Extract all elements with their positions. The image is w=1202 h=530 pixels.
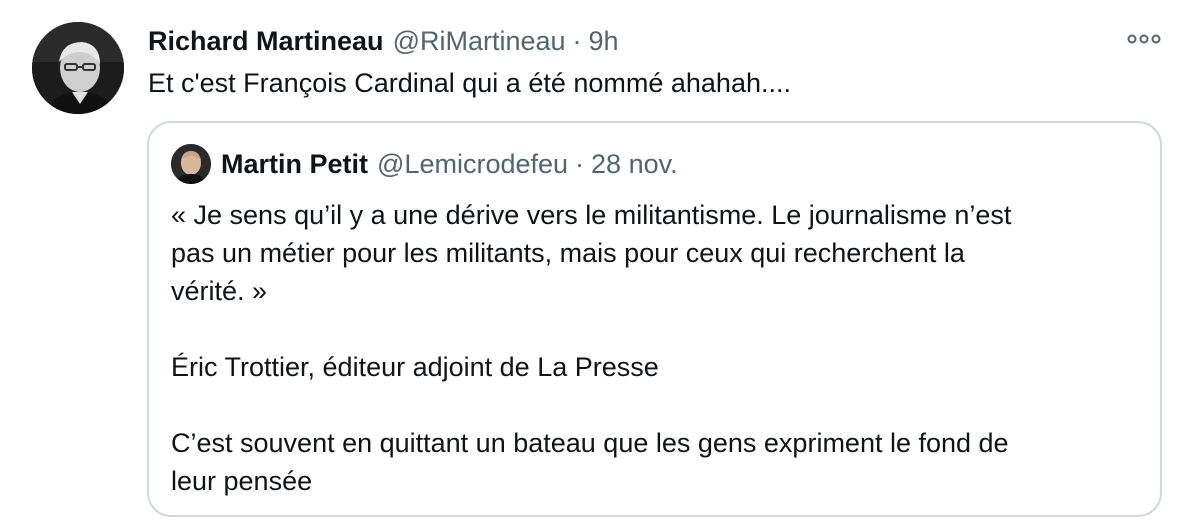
separator-dot: ·: [575, 149, 585, 179]
quoted-paragraph: « Je sens qu’il y a une dérive vers le m…: [171, 200, 1012, 306]
quoted-paragraph: C’est souvent en quittant un bateau que …: [171, 428, 1009, 496]
tweet-timestamp[interactable]: 9h: [589, 22, 619, 60]
quoted-tweet-text: « Je sens qu’il y a une dérive vers le m…: [171, 196, 1146, 500]
quoted-author-avatar[interactable]: [171, 144, 211, 184]
more-options-button[interactable]: [1124, 26, 1164, 52]
quoted-author-handle[interactable]: @Lemicrodefeu: [377, 146, 568, 182]
author-handle[interactable]: @RiMartineau: [393, 22, 566, 60]
user-avatar-photo-icon: [171, 144, 211, 184]
tweet[interactable]: Richard Martineau @RiMartineau · 9h Et c…: [0, 0, 1202, 530]
quoted-paragraph: Éric Trottier, éditeur adjoint de La Pre…: [171, 352, 659, 382]
quoted-tweet-header: Martin Petit @Lemicrodefeu · 28 nov.: [221, 146, 678, 182]
quoted-author-name[interactable]: Martin Petit: [221, 146, 368, 182]
tweet-header: Richard Martineau @RiMartineau · 9h: [148, 22, 619, 60]
separator-dot: ·: [572, 26, 582, 56]
tweet-text: Et c'est François Cardinal qui a été nom…: [148, 68, 791, 98]
more-options-icon: [1127, 34, 1161, 44]
quoted-tweet-date[interactable]: 28 nov.: [591, 146, 678, 182]
user-avatar-photo-icon: [32, 22, 124, 114]
author-avatar[interactable]: [32, 22, 124, 114]
quoted-tweet-card[interactable]: Martin Petit @Lemicrodefeu · 28 nov. « J…: [147, 121, 1162, 517]
author-name[interactable]: Richard Martineau: [148, 22, 384, 60]
